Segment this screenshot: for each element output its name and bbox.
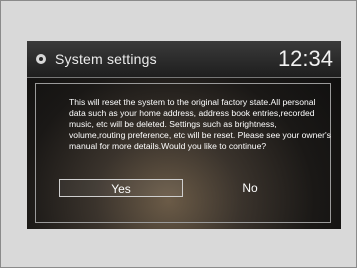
title-bar: System settings 12:34 xyxy=(27,41,341,78)
dialog-message: This will reset the system to the origin… xyxy=(69,97,331,151)
no-button[interactable]: No xyxy=(185,179,315,197)
clock-display: 12:34 xyxy=(277,46,333,71)
screen-title: System settings xyxy=(55,51,157,67)
settings-icon xyxy=(36,54,46,64)
figure-frame: System settings 12:34 This will reset th… xyxy=(0,0,357,268)
yes-button[interactable]: Yes xyxy=(59,179,183,197)
